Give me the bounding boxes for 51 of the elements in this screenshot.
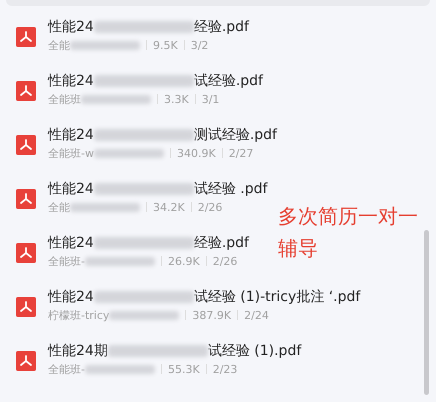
owner-name: 全能	[48, 200, 70, 214]
file-name-start[interactable]: 性能24期	[48, 342, 108, 360]
blurred-text	[94, 148, 164, 158]
pdf-file-icon	[16, 27, 36, 47]
file-size: 34.2K	[153, 200, 185, 214]
page-count: 2/27	[228, 146, 254, 160]
file-size: 340.9K	[176, 146, 216, 160]
file-size: 26.9K	[168, 254, 200, 268]
owner-name: 全能	[48, 38, 70, 52]
file-size: 3.3K	[164, 92, 189, 106]
file-name-end[interactable]: 经验.pdf	[194, 234, 249, 252]
pdf-file-icon	[16, 135, 36, 155]
page-count: 2/26	[212, 254, 238, 268]
owner-name: 全能班-	[48, 254, 85, 268]
file-name-end[interactable]: 经验.pdf	[194, 18, 249, 36]
pdf-file-icon	[16, 297, 36, 317]
owner-name: 全能班	[48, 92, 81, 106]
blurred-text	[109, 310, 180, 320]
file-name-start[interactable]: 性能24	[48, 180, 94, 198]
owner-name: 柠檬班-tricy	[48, 308, 110, 322]
file-name-start[interactable]: 性能24	[48, 18, 94, 36]
page-count: 2/26	[198, 200, 222, 214]
file-name-start[interactable]: 性能24	[48, 234, 94, 252]
owner-name: 全能班-	[48, 362, 85, 376]
file-name-end[interactable]: 试经验 .pdf	[194, 180, 268, 198]
file-name-end[interactable]: 测试经验.pdf	[194, 126, 277, 144]
file-size: 387.9K	[192, 308, 232, 322]
file-size: 9.5K	[153, 38, 178, 52]
scrollbar[interactable]	[424, 230, 429, 395]
file-name-start[interactable]: 性能24	[48, 72, 94, 90]
page-count: 3/1	[202, 92, 220, 106]
file-name-start[interactable]: 性能24	[48, 288, 94, 306]
page-count: 2/23	[212, 362, 238, 376]
file-name-end[interactable]: 试经验.pdf	[194, 72, 263, 90]
page-count: 2/24	[244, 308, 269, 322]
page-count: 3/2	[190, 38, 208, 52]
annotation-text: 多次简历一对一辅导	[278, 203, 419, 262]
pdf-file-icon	[16, 351, 36, 371]
blurred-text	[70, 40, 140, 50]
file-name-start[interactable]: 性能24	[48, 126, 94, 144]
pdf-file-icon	[16, 189, 36, 209]
pdf-file-icon	[16, 243, 36, 263]
blurred-text	[70, 202, 140, 212]
file-name-end[interactable]: 试经验 (1)-tricy批注 ‘.pdf	[194, 288, 360, 306]
file-size: 55.3K	[168, 362, 200, 376]
pdf-file-icon	[16, 81, 36, 101]
blurred-text	[84, 364, 155, 374]
file-name-end[interactable]: 试经验 (1).pdf	[208, 342, 302, 360]
blurred-text	[81, 94, 151, 104]
owner-name: 全能班-w	[48, 146, 94, 160]
blurred-text	[84, 256, 155, 266]
